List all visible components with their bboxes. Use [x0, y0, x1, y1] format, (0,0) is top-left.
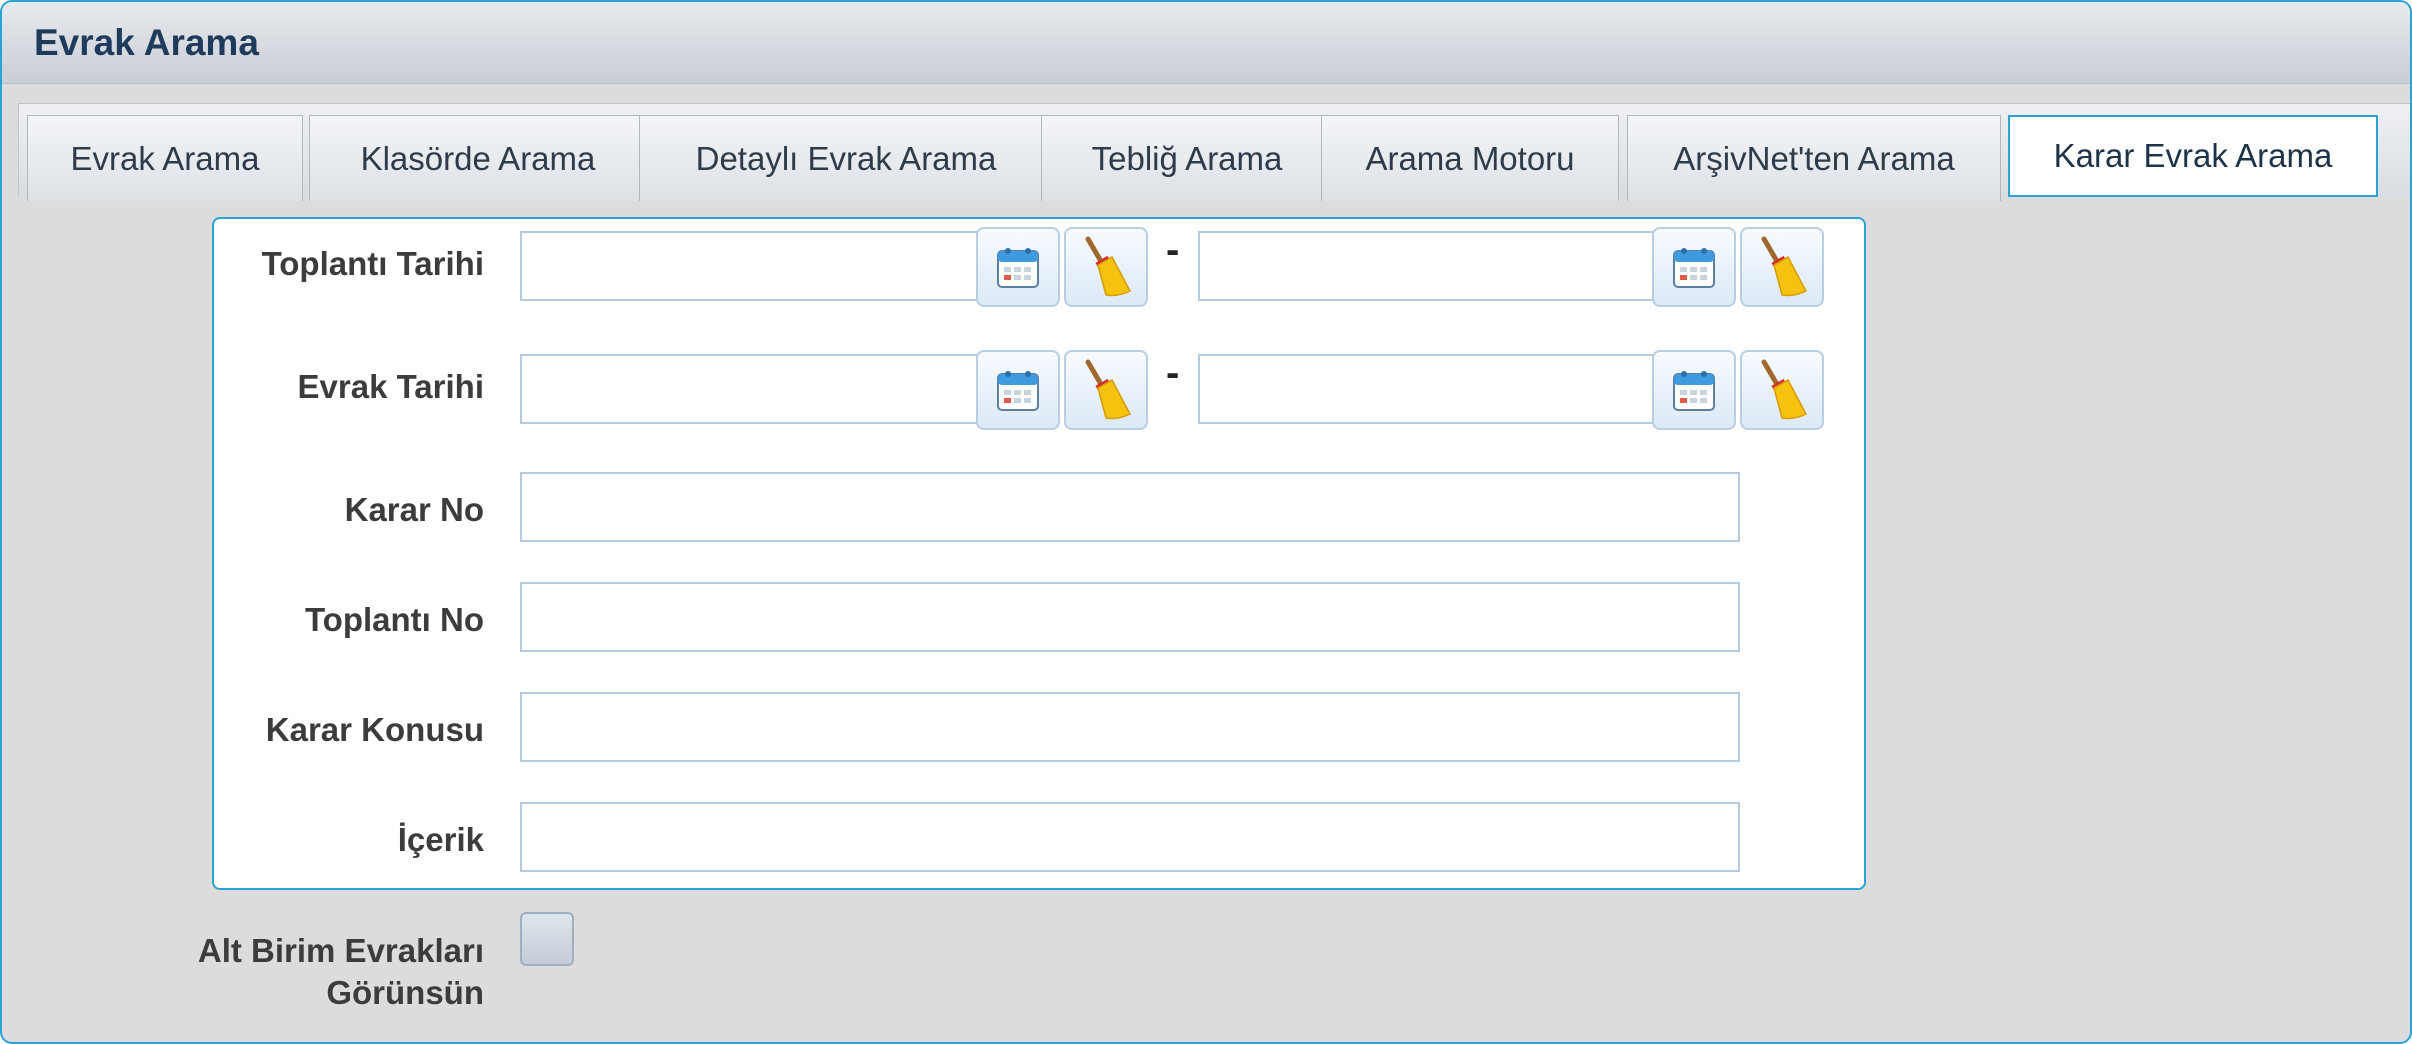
- toplanti-tarihi-to-clear-button[interactable]: [1740, 227, 1824, 307]
- evrak-tarihi-range-separator: -: [1166, 351, 1180, 395]
- evrak-tarihi-from-input[interactable]: [520, 354, 978, 424]
- toplanti-tarihi-from-clear-button[interactable]: [1064, 227, 1148, 307]
- page-title: Evrak Arama: [34, 22, 259, 63]
- alt-birim-label-line1: Alt Birim Evrakları: [197, 932, 484, 969]
- toplanti-no-label: Toplantı No: [304, 601, 484, 638]
- toplanti-tarihi-from-calendar-button[interactable]: [976, 227, 1060, 307]
- evrak-tarihi-to-input[interactable]: [1198, 354, 1656, 424]
- toplanti-tarihi-to-calendar-button[interactable]: [1652, 227, 1736, 307]
- icerik-label: İçerik: [397, 821, 484, 858]
- evrak-tarihi-label: Evrak Tarihi: [297, 368, 484, 405]
- evrak-tarihi-from-calendar-button[interactable]: [976, 350, 1060, 430]
- tab-arsivnetten-arama[interactable]: ArşivNet'ten Arama: [1627, 115, 2001, 201]
- calendar-icon: [997, 371, 1039, 411]
- evrak-arama-panel: Evrak Arama Evrak Arama Klasörde Arama D…: [0, 0, 2412, 1044]
- karar-konusu-label: Karar Konusu: [265, 711, 484, 748]
- karar-no-label: Karar No: [344, 491, 484, 528]
- toplanti-tarihi-range-separator: -: [1166, 228, 1180, 272]
- calendar-icon: [1673, 371, 1715, 411]
- tab-evrak-arama[interactable]: Evrak Arama: [27, 115, 303, 201]
- broom-icon: [1085, 359, 1132, 420]
- calendar-icon: [997, 248, 1039, 288]
- evrak-tarihi-to-calendar-button[interactable]: [1652, 350, 1736, 430]
- panel-header: Evrak Arama: [2, 2, 2410, 84]
- tab-karar-evrak-arama[interactable]: Karar Evrak Arama: [2008, 115, 2378, 197]
- karar-konusu-input[interactable]: [520, 692, 1740, 762]
- alt-birim-label-line2: Görünsün: [326, 974, 484, 1011]
- alt-birim-checkbox[interactable]: [520, 912, 574, 966]
- tab-teblig-arama[interactable]: Tebliğ Arama: [1041, 115, 1333, 201]
- toplanti-tarihi-label: Toplantı Tarihi: [261, 245, 484, 282]
- toplanti-tarihi-from-input[interactable]: [520, 231, 978, 301]
- calendar-icon: [1673, 248, 1715, 288]
- tab-klasorde-arama[interactable]: Klasörde Arama: [309, 115, 647, 201]
- tab-bar: Evrak Arama Klasörde Arama Detaylı Evrak…: [18, 103, 2410, 201]
- broom-icon: [1085, 236, 1132, 297]
- toplanti-tarihi-to-input[interactable]: [1198, 231, 1656, 301]
- karar-no-input[interactable]: [520, 472, 1740, 542]
- broom-icon: [1761, 236, 1808, 297]
- tab-arama-motoru[interactable]: Arama Motoru: [1321, 115, 1619, 201]
- broom-icon: [1761, 359, 1808, 420]
- icerik-input[interactable]: [520, 802, 1740, 872]
- tab-detayli-evrak-arama[interactable]: Detaylı Evrak Arama: [639, 115, 1053, 201]
- evrak-tarihi-from-clear-button[interactable]: [1064, 350, 1148, 430]
- search-form: [212, 217, 1866, 890]
- evrak-tarihi-to-clear-button[interactable]: [1740, 350, 1824, 430]
- toplanti-no-input[interactable]: [520, 582, 1740, 652]
